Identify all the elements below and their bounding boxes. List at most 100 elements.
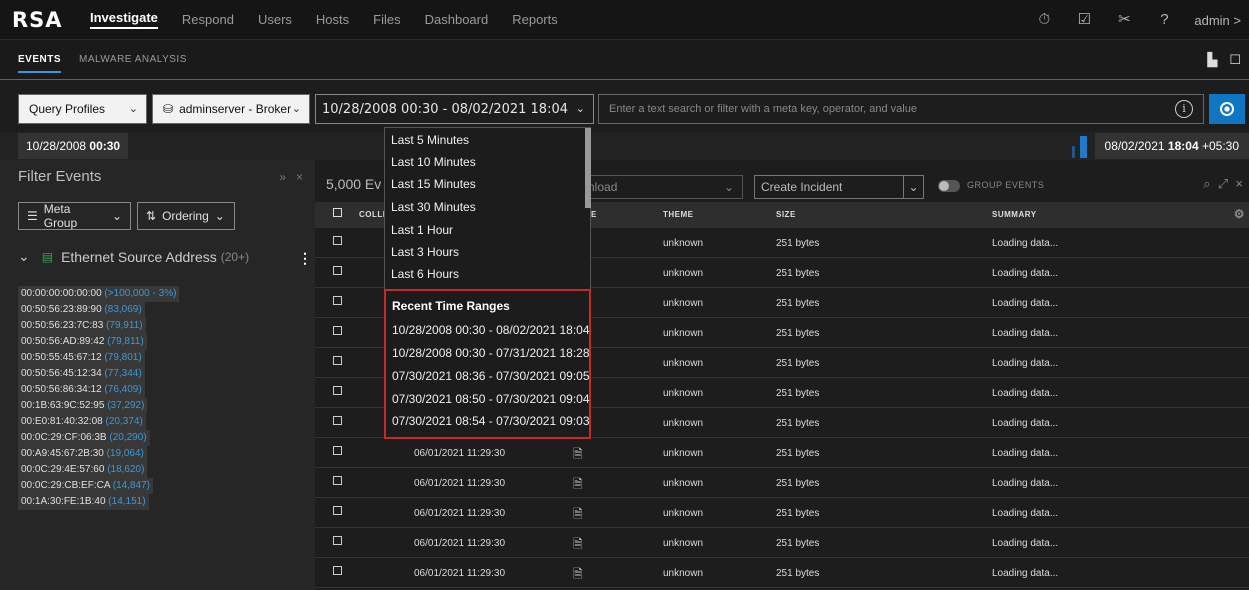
recent-range[interactable]: 07/30/2021 08:50 - 07/30/2021 09:04 <box>392 392 590 406</box>
query-bar: Query Profiles ⌄ ⛁ adminserver - Broker … <box>0 80 1249 132</box>
query-search-input[interactable]: Enter a text search or filter with a met… <box>598 94 1204 124</box>
cell-size: 251 bytes <box>776 448 820 459</box>
table-row[interactable]: 06/01/2021 11:29:30 🗎 unknown 251 bytes Load… <box>315 468 1249 498</box>
cell-summary: Loading data... <box>992 358 1059 369</box>
nav-reports[interactable]: Reports <box>512 12 558 27</box>
timeline-end: 08/02/2021 18:04 +05:30 <box>1094 133 1249 159</box>
info-icon[interactable]: i <box>1175 100 1193 118</box>
row-checkbox[interactable] <box>333 566 342 575</box>
recent-range[interactable]: 07/30/2021 08:36 - 07/30/2021 09:05 <box>392 369 590 383</box>
time-option[interactable]: Last 1 Hour <box>391 223 453 237</box>
cell-theme: unknown <box>663 268 704 279</box>
meta-value[interactable]: 00:1A:30:FE:1B:40 (14,151) <box>18 494 149 510</box>
timeline-start: 10/28/2008 00:30 <box>18 133 129 159</box>
tools-icon[interactable]: ✂ <box>1114 10 1134 30</box>
time-option[interactable]: Last 15 Minutes <box>391 177 476 191</box>
cell-size: 251 bytes <box>776 418 820 429</box>
table-row[interactable]: 06/01/2021 11:29:30 🗎 unknown 251 bytes Load… <box>315 558 1249 588</box>
time-option[interactable]: Last 30 Minutes <box>391 200 476 214</box>
col-summary[interactable]: SUMMARY <box>992 210 1037 219</box>
meta-section-ethernet[interactable]: ⌄ ▤ Ethernet Source Address (20+) <box>18 248 249 265</box>
nav-hosts[interactable]: Hosts <box>316 12 349 27</box>
table-row[interactable]: 06/01/2021 11:29:30 🗎 unknown 251 bytes Load… <box>315 438 1249 468</box>
row-checkbox[interactable] <box>333 266 342 275</box>
time-option[interactable]: Last 10 Minutes <box>391 155 476 169</box>
user-menu[interactable]: admin > <box>1194 13 1241 28</box>
row-checkbox[interactable] <box>333 296 342 305</box>
date-range-select[interactable]: 10/28/2008 00:30 - 08/02/2021 18:04 ⌄ <box>315 94 594 124</box>
cell-theme: unknown <box>663 508 704 519</box>
checklist-icon[interactable]: ☑ <box>1074 10 1094 30</box>
network-icon: ▤ <box>41 249 54 264</box>
nav-respond[interactable]: Respond <box>182 12 234 27</box>
cell-time: 06/01/2021 11:29:30 <box>414 508 506 519</box>
nav-investigate[interactable]: Investigate <box>90 10 158 29</box>
table-row[interactable]: 06/01/2021 11:29:30 🗎 unknown 251 bytes Load… <box>315 498 1249 528</box>
tab-malware-analysis[interactable]: MALWARE ANALYSIS <box>79 54 187 65</box>
tab-events[interactable]: EVENTS <box>18 54 62 73</box>
recent-range[interactable]: 10/28/2008 00:30 - 07/31/2021 18:28 <box>392 346 590 360</box>
row-checkbox[interactable] <box>333 326 342 335</box>
col-theme[interactable]: THEME <box>663 210 694 219</box>
select-all-checkbox[interactable] <box>333 208 342 217</box>
timer-icon[interactable]: ⏱ <box>1034 10 1054 30</box>
row-checkbox[interactable] <box>333 506 342 515</box>
cell-size: 251 bytes <box>776 358 820 369</box>
checklist-icon[interactable]: ☐ <box>1229 52 1241 68</box>
service-select[interactable]: ⛁ adminserver - Broker ⌄ <box>152 94 310 124</box>
group-events-label: GROUP EVENTS <box>967 180 1045 190</box>
cell-size: 251 bytes <box>776 268 820 279</box>
create-incident-select[interactable]: Create Incident ⌄ <box>754 175 924 199</box>
cell-time: 06/01/2021 11:29:30 <box>414 478 506 489</box>
nav-dashboard[interactable]: Dashboard <box>425 12 489 27</box>
table-row[interactable]: 06/01/2021 11:29:30 🗎 unknown 251 bytes Load… <box>315 528 1249 558</box>
gear-icon[interactable]: ⚙ <box>1234 207 1245 221</box>
cell-size: 251 bytes <box>776 538 820 549</box>
row-checkbox[interactable] <box>333 476 342 485</box>
row-checkbox[interactable] <box>333 386 342 395</box>
meta-group-select[interactable]: ☰ Meta Group ⌄ <box>18 202 131 230</box>
more-options-icon[interactable]: ⋮ <box>298 250 312 267</box>
query-submit-button[interactable] <box>1209 94 1245 124</box>
nav-users[interactable]: Users <box>258 12 292 27</box>
panel-actions[interactable]: ⌕ ⤢ × <box>1203 176 1243 192</box>
cell-summary: Loading data... <box>992 238 1059 249</box>
cell-theme: unknown <box>663 568 704 579</box>
help-icon[interactable]: ? <box>1154 10 1174 30</box>
recent-range[interactable]: 07/30/2021 08:54 - 07/30/2021 09:03 <box>392 414 590 428</box>
document-icon: 🗎 <box>573 507 583 521</box>
filter-panel: Filter Events » × ☰ Meta Group ⌄ ⇅ Order… <box>0 160 318 590</box>
rsa-logo: RSA <box>12 7 63 32</box>
row-checkbox[interactable] <box>333 536 342 545</box>
sub-nav: EVENTS MALWARE ANALYSIS ▙ ☐ <box>0 40 1249 80</box>
cell-theme: unknown <box>663 478 704 489</box>
group-events-toggle[interactable] <box>938 180 960 192</box>
cell-summary: Loading data... <box>992 568 1059 579</box>
nav-files[interactable]: Files <box>373 12 400 27</box>
row-checkbox[interactable] <box>333 416 342 425</box>
row-checkbox[interactable] <box>333 446 342 455</box>
close-icon: × <box>1235 176 1243 191</box>
query-profiles-select[interactable]: Query Profiles ⌄ <box>18 94 147 124</box>
row-checkbox[interactable] <box>333 236 342 245</box>
col-size[interactable]: SIZE <box>776 210 796 219</box>
time-option[interactable]: Last 5 Minutes <box>391 133 469 147</box>
cell-summary: Loading data... <box>992 298 1059 309</box>
download-select[interactable]: nload ⌄ <box>583 175 743 199</box>
document-icon: 🗎 <box>573 447 583 461</box>
cell-theme: unknown <box>663 328 704 339</box>
time-option[interactable]: Last 6 Hours <box>391 267 459 281</box>
panel-controls[interactable]: » × <box>279 170 303 184</box>
time-option[interactable]: Last 3 Hours <box>391 245 459 259</box>
recent-time-ranges: Recent Time Ranges 10/28/2008 00:30 - 08… <box>384 289 591 439</box>
document-icon: 🗎 <box>573 537 583 551</box>
meta-value-list: 00:00:00:00:00:00 (>100,000 - 3%) 00:50:… <box>0 284 315 510</box>
ordering-select[interactable]: ⇅ Ordering ⌄ <box>137 202 235 230</box>
row-checkbox[interactable] <box>333 356 342 365</box>
list-icon: ☰ <box>27 209 38 223</box>
scrollbar[interactable] <box>585 128 591 208</box>
chart-icon[interactable]: ▙ <box>1207 52 1217 68</box>
recent-range[interactable]: 10/28/2008 00:30 - 08/02/2021 18:04 <box>392 323 590 337</box>
col-type[interactable]: E <box>591 210 597 219</box>
filter-title: Filter Events <box>18 168 102 185</box>
